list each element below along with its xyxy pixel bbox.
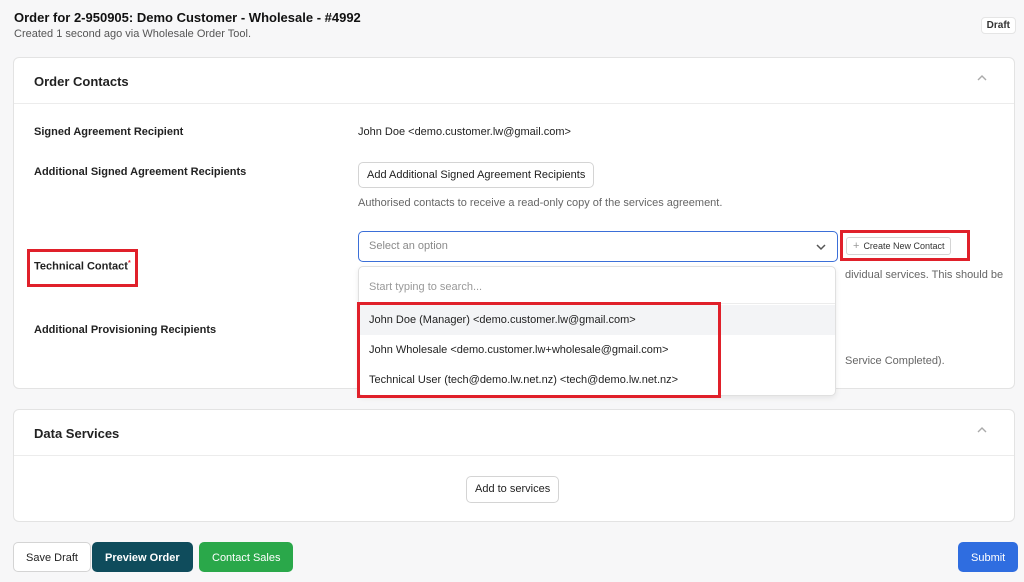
- contact-sales-button[interactable]: Contact Sales: [199, 542, 294, 572]
- data-services-title: Data Services: [34, 426, 120, 441]
- chevron-down-icon: [815, 240, 827, 258]
- order-page: Order for 2-950905: Demo Customer - Whol…: [0, 0, 1024, 582]
- technical-contact-hint: dividual services. This should be: [845, 269, 1004, 281]
- chevron-up-icon[interactable]: [976, 424, 992, 440]
- additional-signed-hint: Authorised contacts to receive a read-on…: [358, 197, 723, 209]
- dropdown-divider: [359, 303, 835, 304]
- provisioning-hint: Service Completed).: [845, 355, 945, 367]
- order-contacts-header[interactable]: Order Contacts: [14, 58, 1014, 104]
- technical-contact-label: Technical Contact*: [34, 260, 131, 273]
- data-services-card: Data Services: [13, 409, 1015, 522]
- signed-agreement-value: John Doe <demo.customer.lw@gmail.com>: [358, 126, 571, 138]
- additional-signed-label: Additional Signed Agreement Recipients: [34, 166, 247, 178]
- dropdown-option[interactable]: John Wholesale <demo.customer.lw+wholesa…: [359, 335, 835, 365]
- dropdown-option[interactable]: John Doe (Manager) <demo.customer.lw@gma…: [359, 305, 835, 335]
- plus-icon: +: [853, 240, 860, 252]
- chevron-up-icon[interactable]: [976, 72, 992, 88]
- page-subtitle: Created 1 second ago via Wholesale Order…: [14, 28, 252, 40]
- add-to-services-button[interactable]: Add to services: [466, 476, 560, 503]
- page-title: Order for 2-950905: Demo Customer - Whol…: [14, 10, 361, 25]
- create-new-contact-label: Create New Contact: [863, 241, 945, 251]
- technical-contact-select[interactable]: Select an option: [358, 231, 838, 262]
- dropdown-search-input[interactable]: Start typing to search...: [369, 281, 482, 293]
- order-contacts-title: Order Contacts: [34, 74, 129, 89]
- submit-button[interactable]: Submit: [958, 542, 1019, 572]
- dropdown-option[interactable]: Technical User (tech@demo.lw.net.nz) <te…: [359, 365, 835, 395]
- add-additional-signed-button[interactable]: Add Additional Signed Agreement Recipien…: [358, 162, 595, 188]
- status-badge: Draft: [980, 17, 1016, 34]
- preview-order-button[interactable]: Preview Order: [92, 542, 193, 572]
- technical-contact-dropdown: Start typing to search... John Doe (Mana…: [358, 266, 836, 396]
- required-mark: *: [127, 260, 131, 267]
- provisioning-label: Additional Provisioning Recipients: [34, 324, 217, 336]
- data-services-header[interactable]: Data Services: [14, 410, 1014, 456]
- create-new-contact-button[interactable]: + Create New Contact: [846, 237, 952, 255]
- save-draft-button[interactable]: Save Draft: [13, 542, 91, 572]
- select-placeholder: Select an option: [369, 240, 448, 252]
- technical-contact-text: Technical Contact: [34, 260, 128, 273]
- signed-agreement-label: Signed Agreement Recipient: [34, 126, 184, 138]
